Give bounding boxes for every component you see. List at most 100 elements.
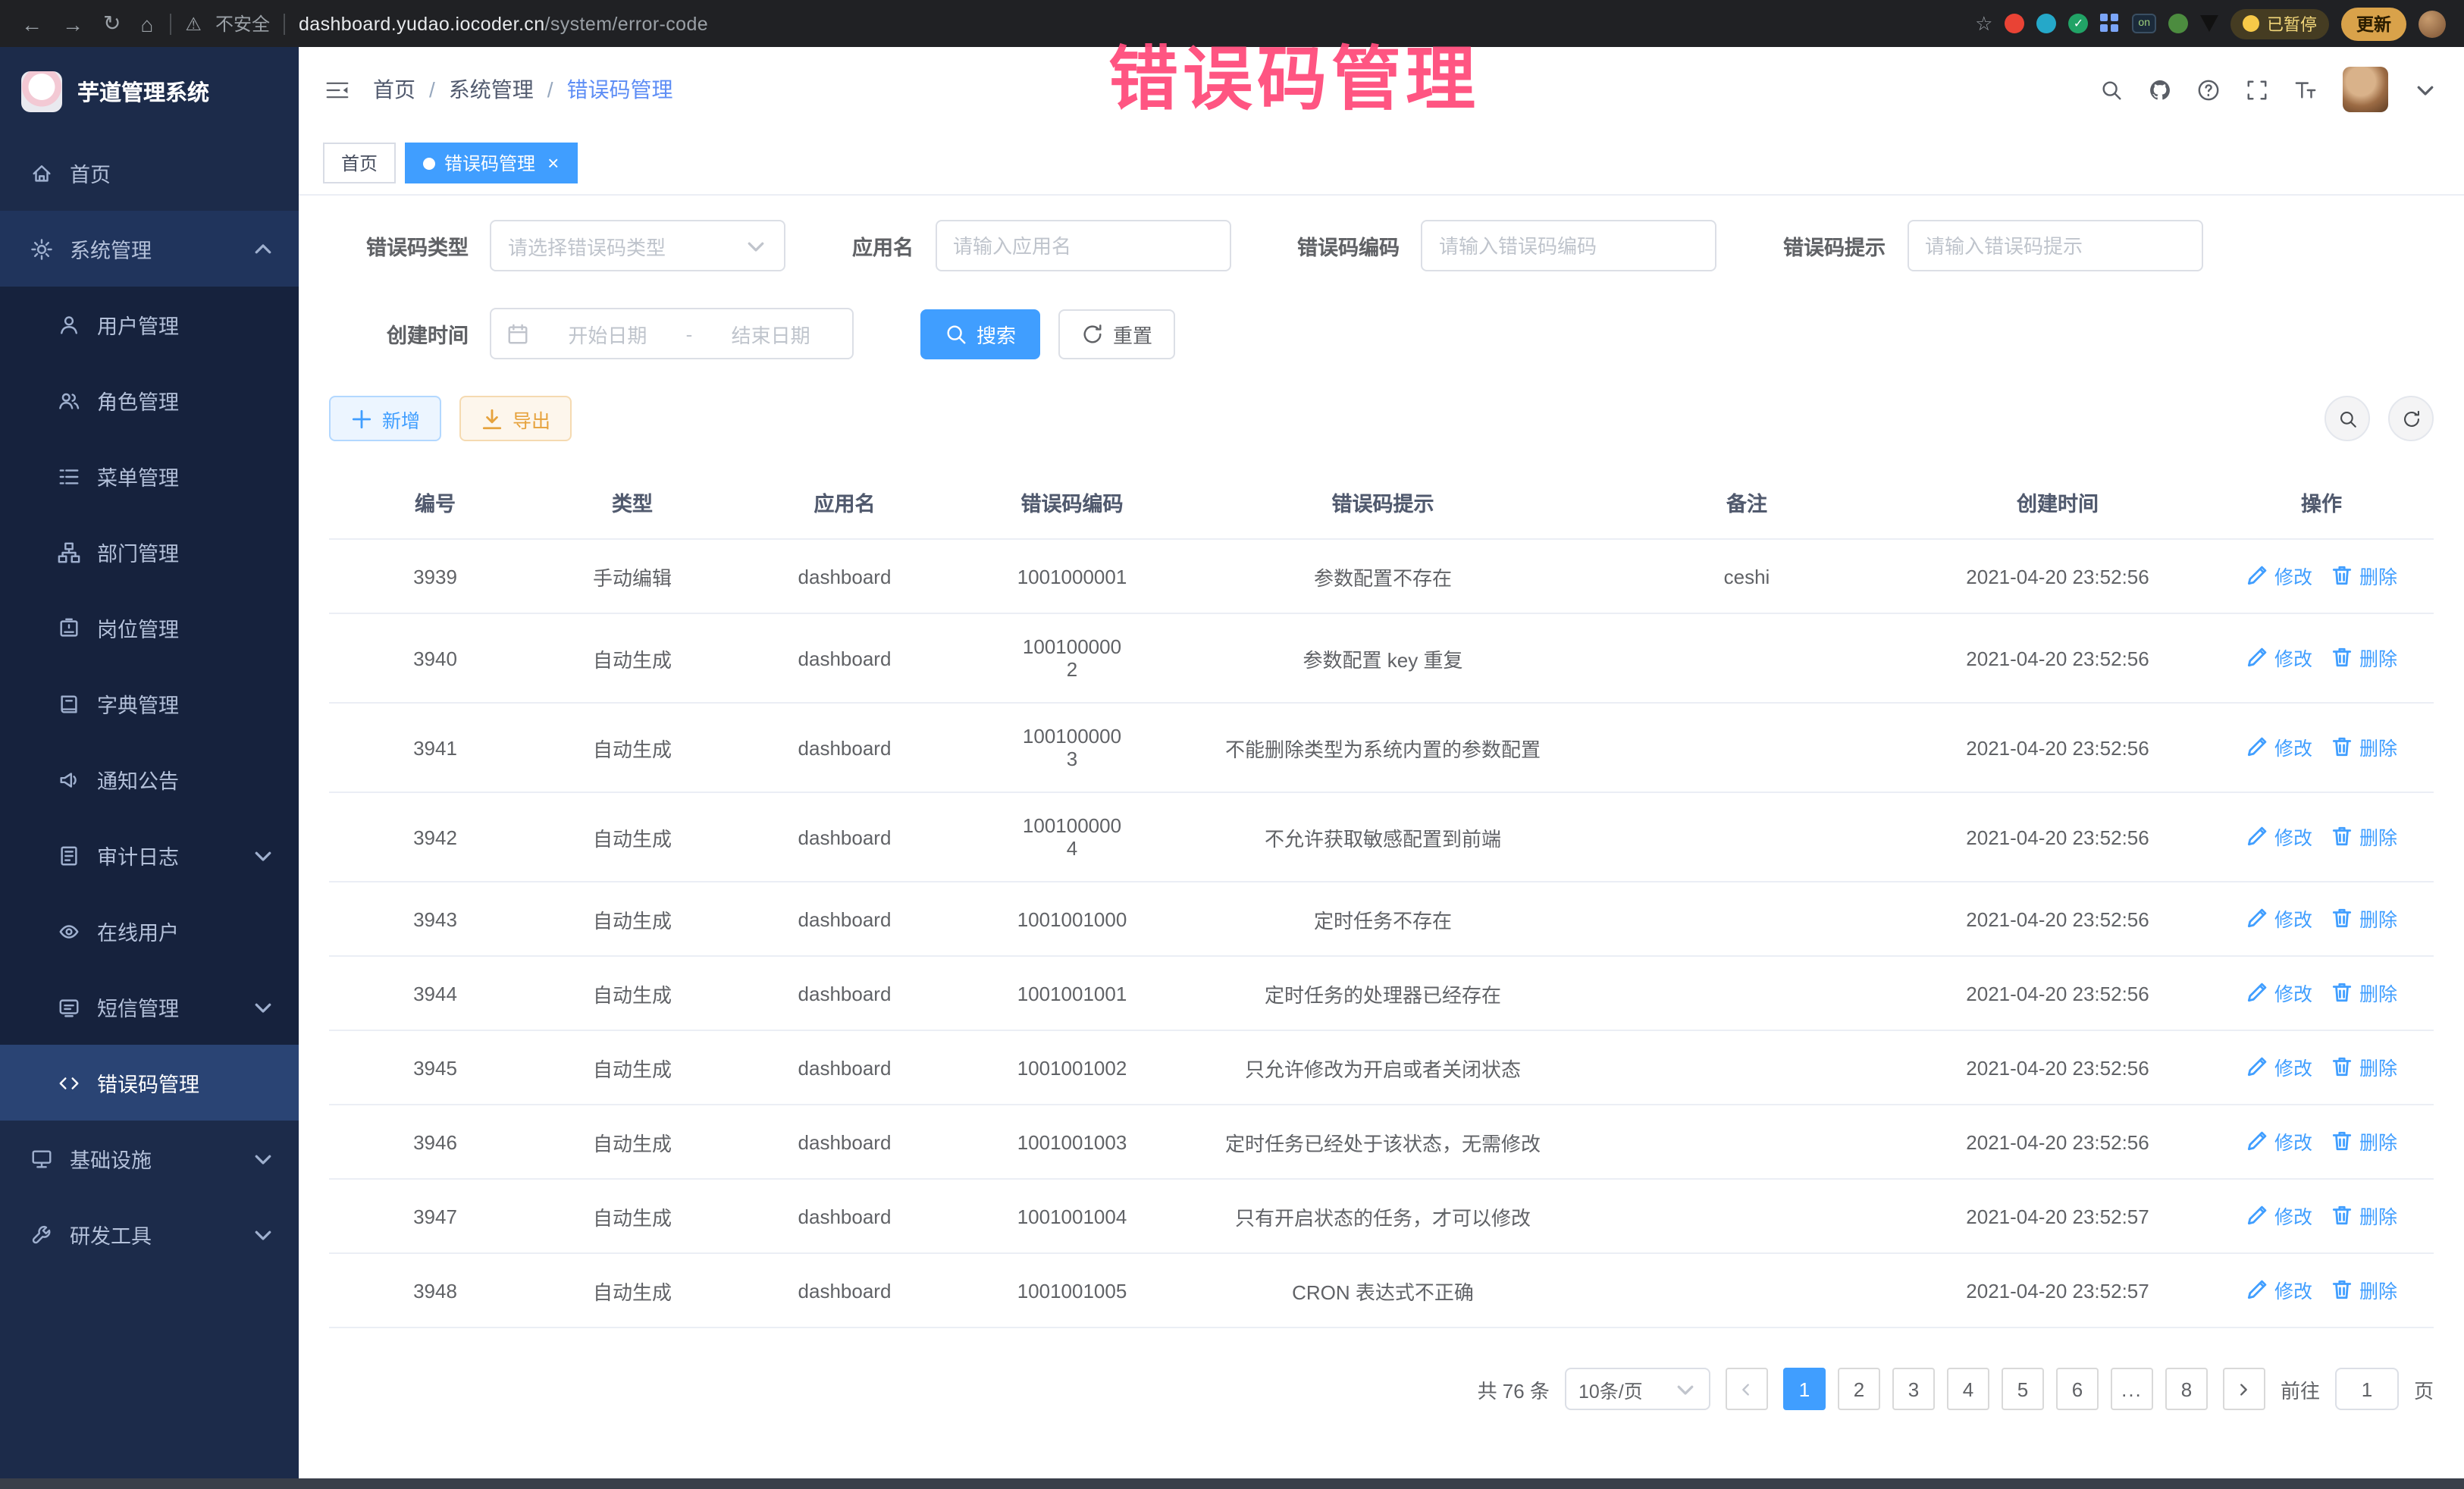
edit-icon: [2246, 825, 2268, 848]
goto-page-input[interactable]: [2335, 1368, 2399, 1410]
extension-icon-teal[interactable]: [2036, 14, 2056, 33]
sidebar-item-3[interactable]: 角色管理: [0, 362, 299, 438]
page-button-5[interactable]: 5: [2002, 1368, 2044, 1410]
page-button-3[interactable]: 3: [1892, 1368, 1935, 1410]
next-page-button[interactable]: [2223, 1368, 2265, 1410]
sidebar-item-5[interactable]: 部门管理: [0, 514, 299, 590]
delete-link[interactable]: 删除: [2331, 643, 2397, 672]
extension-icon-red[interactable]: [2005, 14, 2024, 33]
fullscreen-icon[interactable]: [2246, 78, 2268, 101]
refresh-table-button[interactable]: [2388, 396, 2434, 441]
page-button-4[interactable]: 4: [1947, 1368, 1989, 1410]
edit-link[interactable]: 修改: [2246, 822, 2312, 851]
edit-link[interactable]: 修改: [2246, 1052, 2312, 1081]
sidebar-item-1[interactable]: 系统管理: [0, 211, 299, 287]
export-button[interactable]: 导出: [459, 396, 572, 441]
delete-link[interactable]: 删除: [2331, 1052, 2397, 1081]
extension-pin-icon[interactable]: [2200, 15, 2218, 32]
refresh-icon: [2401, 409, 2421, 428]
extension-icon-green[interactable]: ✓: [2068, 14, 2088, 33]
tab-1[interactable]: 错误码管理×: [405, 143, 577, 183]
annotation-title: 错误码管理: [1108, 24, 1480, 124]
user-avatar[interactable]: [2343, 67, 2388, 112]
delete-icon: [2331, 1130, 2353, 1152]
prev-page-button[interactable]: [1726, 1368, 1768, 1410]
extension-icon-leaf[interactable]: [2168, 14, 2188, 33]
more-pages-button[interactable]: ...: [2111, 1368, 2153, 1410]
filter-form: 错误码类型 请选择错误码类型 应用名 错误码编码: [329, 220, 2434, 359]
bookmark-star-icon[interactable]: ☆: [1975, 11, 1992, 36]
page-button-2[interactable]: 2: [1838, 1368, 1880, 1410]
delete-link[interactable]: 删除: [2331, 561, 2397, 590]
help-icon[interactable]: [2197, 78, 2220, 101]
delete-link[interactable]: 删除: [2331, 904, 2397, 933]
delete-link[interactable]: 删除: [2331, 732, 2397, 761]
sidebar-item-4[interactable]: 菜单管理: [0, 438, 299, 514]
github-icon[interactable]: [2149, 78, 2171, 101]
sidebar: 芋道管理系统 首页系统管理用户管理角色管理菜单管理部门管理岗位管理字典管理通知公…: [0, 47, 299, 1478]
browser-profile-avatar[interactable]: [2419, 10, 2446, 37]
address-bar[interactable]: dashboard.yudao.iocoder.cn/system/error-…: [299, 13, 708, 34]
edit-icon: [2246, 564, 2268, 587]
logo[interactable]: 芋道管理系统: [0, 47, 299, 135]
delete-link[interactable]: 删除: [2331, 1127, 2397, 1155]
browser-home-button[interactable]: ⌂: [137, 11, 156, 36]
edit-link[interactable]: 修改: [2246, 643, 2312, 672]
sidebar-item-10[interactable]: 在线用户: [0, 893, 299, 969]
edit-icon: [2246, 646, 2268, 669]
browser-reload-button[interactable]: ↻: [100, 11, 124, 36]
breadcrumb-item[interactable]: 首页: [373, 74, 415, 105]
sidebar-item-12[interactable]: 错误码管理: [0, 1045, 299, 1121]
edit-link[interactable]: 修改: [2246, 561, 2312, 590]
paused-badge[interactable]: 已暂停: [2230, 8, 2329, 39]
page-button-8[interactable]: 8: [2165, 1368, 2208, 1410]
browser-forward-button[interactable]: →: [59, 11, 86, 36]
delete-link[interactable]: 删除: [2331, 978, 2397, 1007]
page-size-select[interactable]: 10条/页: [1565, 1368, 1710, 1410]
breadcrumb-item[interactable]: 系统管理: [449, 74, 534, 105]
search-icon[interactable]: [2100, 78, 2123, 101]
table-body: 3939手动编辑dashboard1001000001参数配置不存在ceshi2…: [329, 539, 2434, 1328]
edit-link[interactable]: 修改: [2246, 732, 2312, 761]
font-size-icon[interactable]: [2294, 78, 2317, 101]
search-button[interactable]: 搜索: [920, 309, 1040, 359]
edit-link[interactable]: 修改: [2246, 1201, 2312, 1230]
add-button[interactable]: 新增: [329, 396, 441, 441]
wrench-icon: [30, 1223, 53, 1246]
delete-link[interactable]: 删除: [2331, 1275, 2397, 1304]
edit-link[interactable]: 修改: [2246, 1127, 2312, 1155]
sidebar-item-14[interactable]: 研发工具: [0, 1196, 299, 1272]
sidebar-item-13[interactable]: 基础设施: [0, 1121, 299, 1196]
page-button-1[interactable]: 1: [1783, 1368, 1826, 1410]
error-hint-input[interactable]: [1907, 220, 2202, 271]
edit-link[interactable]: 修改: [2246, 978, 2312, 1007]
sidebar-item-8[interactable]: 通知公告: [0, 741, 299, 817]
edit-link[interactable]: 修改: [2246, 1275, 2312, 1304]
sidebar-item-9[interactable]: 审计日志: [0, 817, 299, 893]
error-code-input[interactable]: [1421, 220, 1716, 271]
reset-button[interactable]: 重置: [1058, 309, 1175, 359]
caret-down-icon[interactable]: [2414, 78, 2437, 101]
tab-0[interactable]: 首页: [323, 143, 396, 183]
sidebar-item-2[interactable]: 用户管理: [0, 287, 299, 362]
page-button-6[interactable]: 6: [2056, 1368, 2099, 1410]
browser-back-button[interactable]: ←: [18, 11, 45, 36]
update-button[interactable]: 更新: [2341, 7, 2406, 40]
edit-link[interactable]: 修改: [2246, 904, 2312, 933]
date-range-picker[interactable]: 开始日期 - 结束日期: [490, 308, 854, 359]
delete-link[interactable]: 删除: [2331, 822, 2397, 851]
tab-close-icon[interactable]: ×: [547, 153, 559, 173]
filter-label-type: 错误码类型: [329, 230, 469, 261]
hamburger-icon[interactable]: [326, 78, 349, 101]
breadcrumb-separator: /: [547, 77, 553, 102]
extension-icon-grid[interactable]: [2100, 14, 2120, 33]
sidebar-item-7[interactable]: 字典管理: [0, 666, 299, 741]
show-search-button[interactable]: [2324, 396, 2370, 441]
extension-icon-on[interactable]: on: [2132, 14, 2156, 33]
error-type-select[interactable]: 请选择错误码类型: [490, 220, 785, 271]
app-name-input[interactable]: [935, 220, 1230, 271]
sidebar-item-11[interactable]: 短信管理: [0, 969, 299, 1045]
delete-link[interactable]: 删除: [2331, 1201, 2397, 1230]
sidebar-item-6[interactable]: 岗位管理: [0, 590, 299, 666]
sidebar-item-0[interactable]: 首页: [0, 135, 299, 211]
